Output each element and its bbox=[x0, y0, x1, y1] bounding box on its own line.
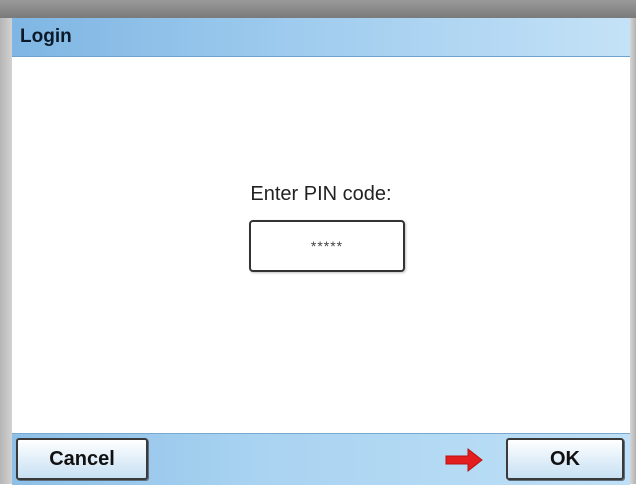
device-frame: Login Enter PIN code: ***** Cancel OK bbox=[0, 0, 636, 485]
frame-right-edge bbox=[630, 18, 636, 484]
ok-button[interactable]: OK bbox=[506, 438, 624, 480]
right-arrow-icon bbox=[445, 447, 483, 473]
pin-prompt-label: Enter PIN code: bbox=[250, 183, 392, 205]
window-title: Login bbox=[20, 26, 72, 47]
title-bar: Login bbox=[12, 18, 630, 57]
pin-input[interactable]: ***** bbox=[249, 220, 405, 272]
cancel-button[interactable]: Cancel bbox=[16, 438, 148, 480]
login-screen: Login Enter PIN code: ***** Cancel OK bbox=[12, 18, 630, 485]
content-area: Enter PIN code: ***** bbox=[12, 57, 630, 433]
frame-top-edge bbox=[0, 0, 636, 18]
frame-left-edge bbox=[0, 18, 12, 484]
bottom-button-bar: Cancel OK bbox=[12, 433, 630, 485]
